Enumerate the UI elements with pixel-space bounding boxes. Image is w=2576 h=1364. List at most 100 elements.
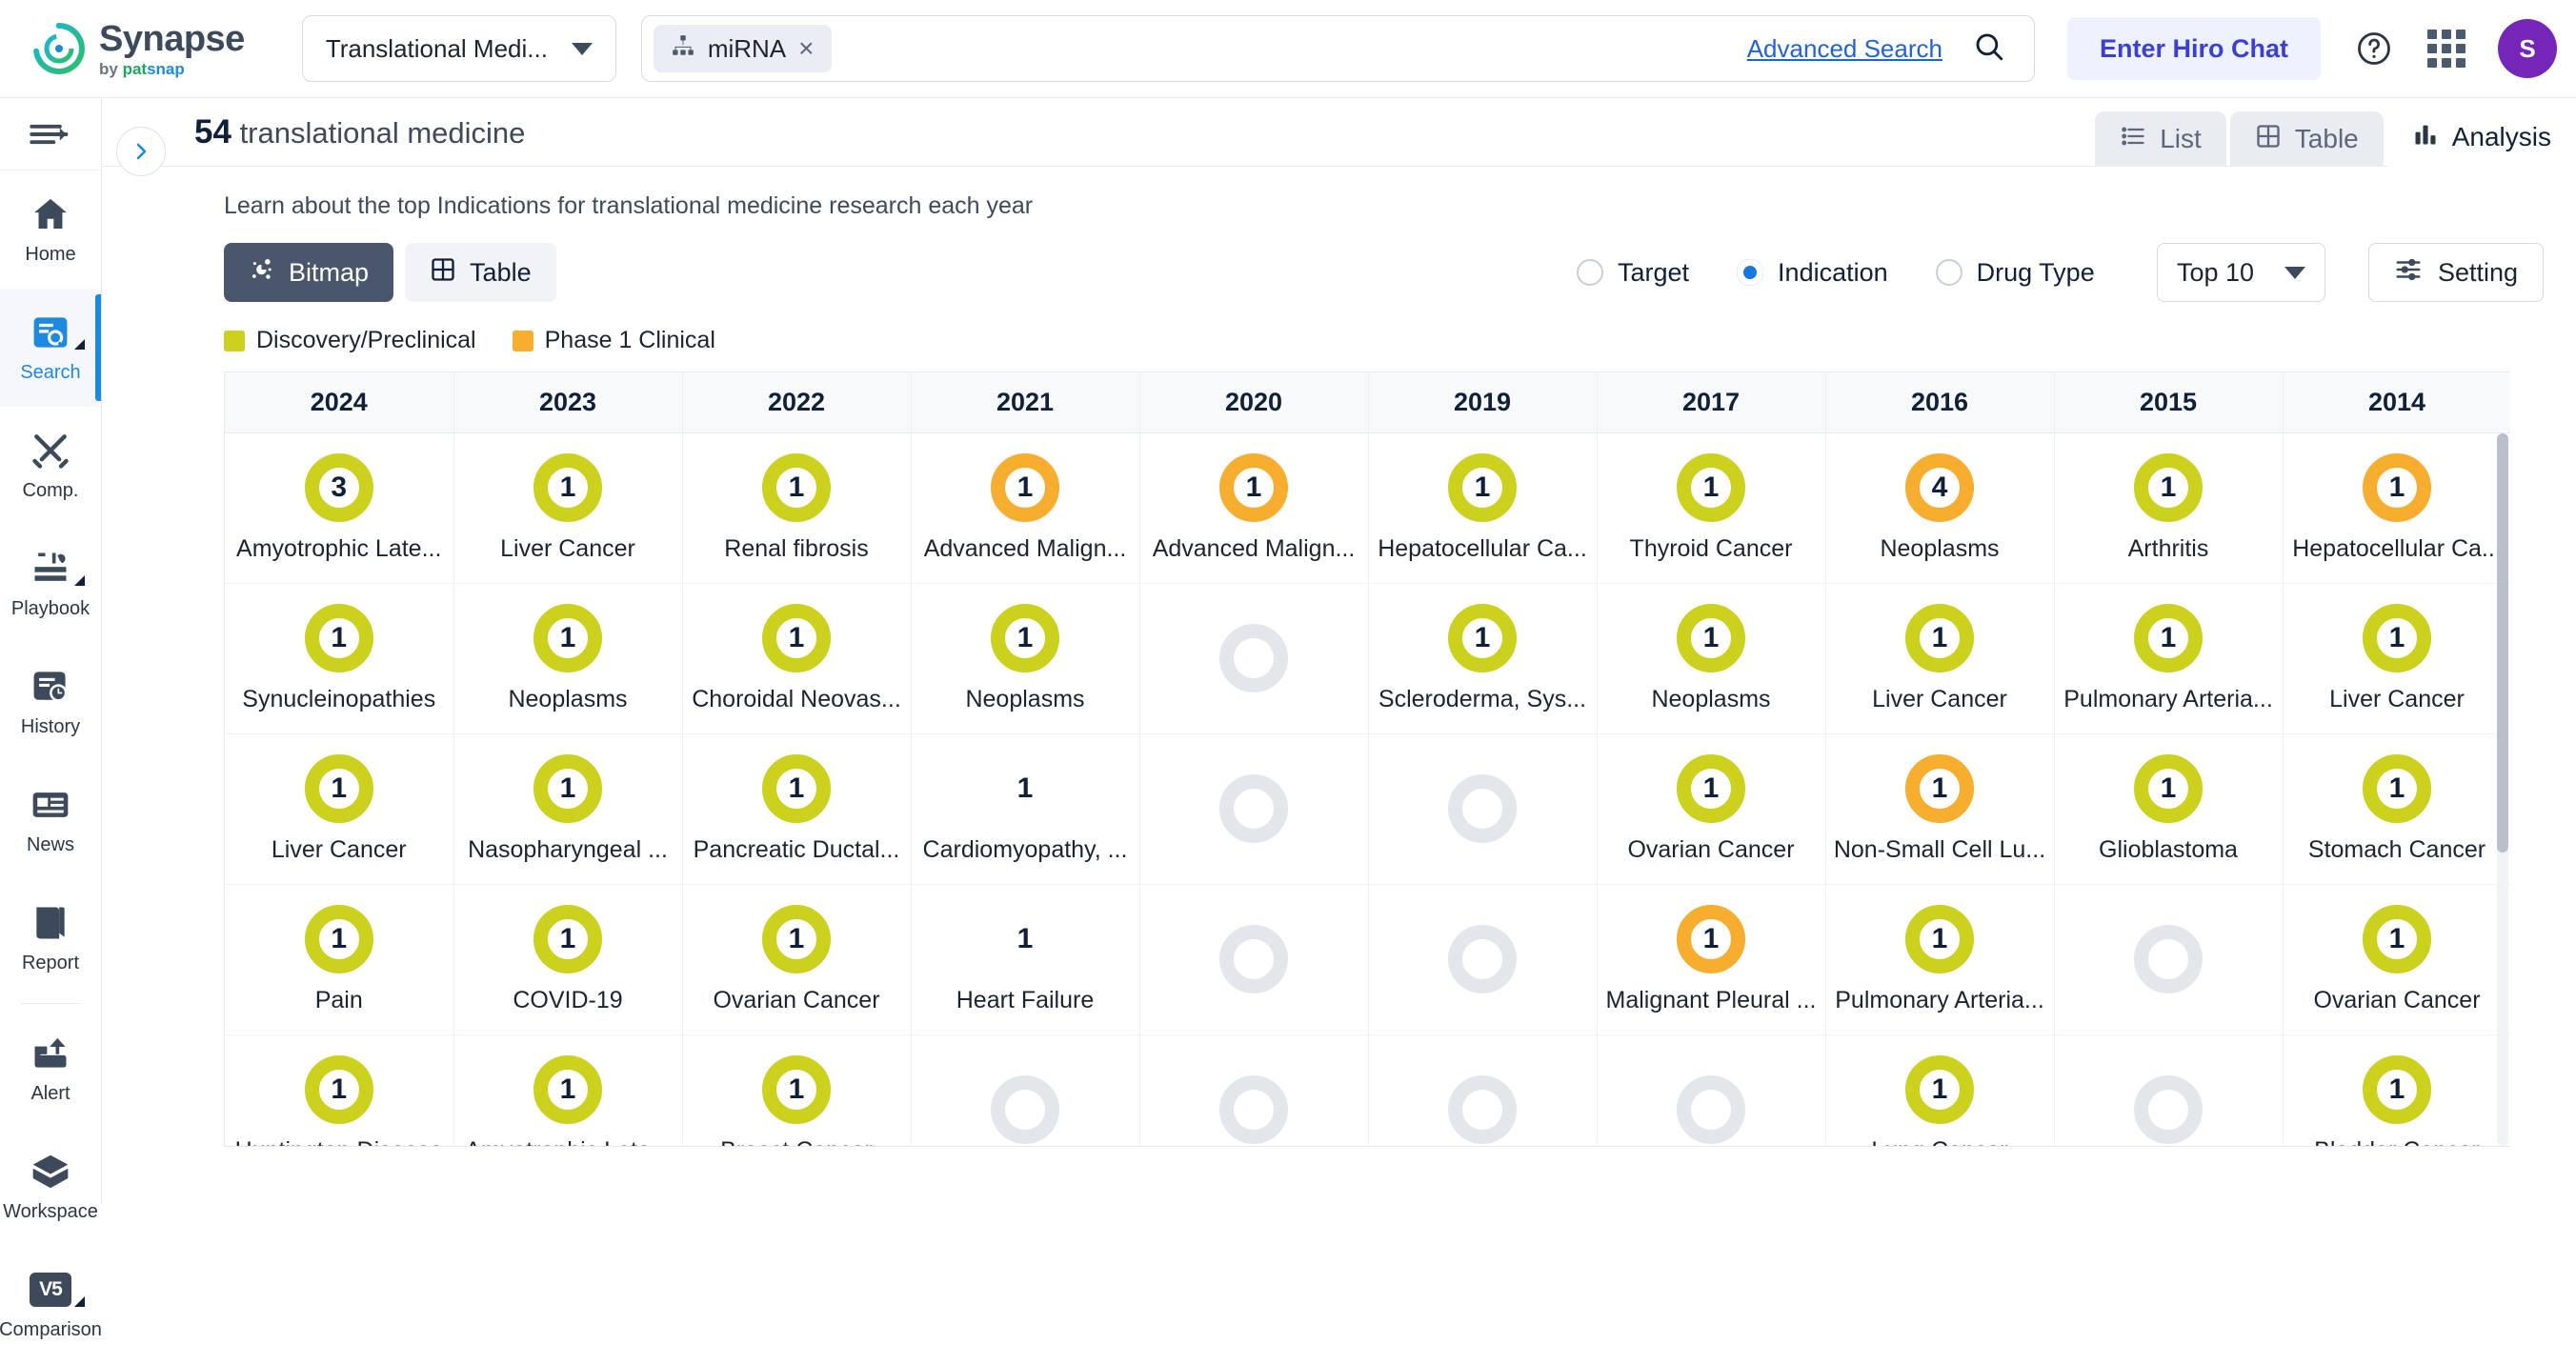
legend-item-phase1[interactable]: Phase 1 Clinical [512,327,715,354]
sidebar-item-comp[interactable]: Comp. [0,407,101,525]
bitmap-cell[interactable]: 1 Liver Cancer [2283,583,2510,734]
app-logo[interactable]: Synapse by patsnap [32,21,245,77]
count-ring [1219,624,1288,692]
bitmap-cell[interactable]: 1 Bladder Cancer [2283,1034,2510,1146]
radio-drug-type[interactable]: Drug Type [1935,258,2095,288]
bitmap-cell[interactable]: 1 Pulmonary Arteria... [1825,884,2055,1035]
table-row: 3 Amyotrophic Late... 1 Liver Cancer 1 Renal … [225,432,2510,584]
view-bitmap-button[interactable]: Bitmap [224,243,394,302]
bitmap-cell [1368,1034,1598,1146]
bitmap-cell[interactable]: 1 Stomach Cancer [2283,733,2510,885]
cube-icon [30,1151,71,1193]
bitmap-cell[interactable]: 1 Amyotrophic Late... [453,1034,683,1146]
count-ring: 1 [991,603,1059,672]
tab-label: Table [2294,124,2359,153]
year-header-cell: 2024 [225,372,454,433]
indication-label: Ovarian Cancer [2313,986,2481,1013]
search-icon[interactable] [1973,30,2005,68]
bitmap-cell[interactable]: 1 Advanced Malign... [1139,432,1369,584]
indication-label: Neoplasms [1651,685,1771,712]
legend-label: Phase 1 Clinical [544,327,715,353]
bitmap-cell[interactable]: 1 Huntington Disease [225,1034,454,1146]
help-icon[interactable] [2355,30,2393,68]
search-chip-mirna[interactable]: miRNA × [653,25,832,72]
sidebar-item-workspace[interactable]: Workspace [0,1128,101,1246]
count-ring: 1 [762,904,831,973]
bitmap-cell[interactable]: 1 Pulmonary Arteria... [2054,583,2284,734]
logo-title: Synapse [99,18,245,59]
bitmap-cell[interactable]: 1 Neoplasms [1597,583,1826,734]
sidebar-item-home[interactable]: Home [0,170,101,289]
sidebar-item-search[interactable]: Search [0,289,101,407]
bitmap-cell[interactable]: 1 Hepatocellular Ca... [1368,432,1598,584]
apps-grid-icon[interactable] [2427,30,2465,68]
bitmap-cell[interactable]: 1 Glioblastoma [2054,733,2284,885]
count-ring: 1 [1677,753,1745,823]
bitmap-cell[interactable]: 1 Pain [225,884,454,1035]
count-ring: 1 [762,603,831,672]
sidebar-item-news[interactable]: News [0,761,101,879]
bitmap-cell[interactable]: 1 Neoplasms [453,583,683,734]
bitmap-cell[interactable]: 1 Hepatocellular Ca... [2283,432,2510,584]
bitmap-cell[interactable]: 1 Ovarian Cancer [2283,884,2510,1035]
bitmap-cell[interactable]: 1 Lung Cancer [1825,1034,2055,1146]
grid-scrollbar-thumb[interactable] [2497,433,2508,852]
setting-button[interactable]: Setting [2368,243,2545,302]
bitmap-cell[interactable]: 1 Cardiomyopathy, ... [911,733,1140,885]
bitmap-cell [1368,733,1598,885]
indication-label: Neoplasms [965,685,1085,712]
bitmap-cell[interactable]: 1 Breast Cancer [682,1034,912,1146]
bitmap-cell[interactable]: 1 Neoplasms [911,583,1140,734]
sidebar-item-playbook[interactable]: Playbook [0,525,101,643]
bitmap-cell[interactable]: 1 Liver Cancer [453,432,683,584]
avatar[interactable]: S [2498,19,2557,78]
view-table-button[interactable]: Table [405,243,556,302]
bitmap-cell[interactable]: 1 Nasopharyngeal ... [453,733,683,885]
sidebar-item-report[interactable]: Report [0,879,101,997]
tab-table[interactable]: Table [2229,111,2384,167]
bitmap-cell[interactable]: 1 Renal fibrosis [682,432,912,584]
sidebar-item-comparison[interactable]: V5 Comparison [0,1246,102,1364]
bitmap-cell[interactable]: 3 Amyotrophic Late... [225,432,454,584]
bitmap-cell[interactable]: 1 Ovarian Cancer [682,884,912,1035]
bitmap-cell[interactable]: 1 Malignant Pleural ... [1597,884,1826,1035]
topn-select[interactable]: Top 10 [2157,243,2325,302]
bitmap-cell[interactable]: 1 Non-Small Cell Lu... [1825,733,2055,885]
advanced-search-link[interactable]: Advanced Search [1747,34,1942,64]
indication-label: Ovarian Cancer [1627,835,1795,863]
bitmap-cell[interactable]: 1 Advanced Malign... [911,432,1140,584]
panel-expand-toggle[interactable] [116,127,166,176]
bitmap-cell[interactable]: 1 Liver Cancer [1825,583,2055,734]
count-ring: 1 [533,603,602,672]
tab-analysis[interactable]: Analysis [2386,108,2576,167]
radio-label: Indication [1778,257,1888,287]
bitmap-cell[interactable]: 1 Choroidal Neovas... [682,583,912,734]
bitmap-cell[interactable]: 1 Synucleinopathies [225,583,454,734]
count-ring: 1 [762,452,831,522]
tab-list[interactable]: List [2095,111,2226,167]
legend-item-preclinical[interactable]: Discovery/Preclinical [224,327,476,354]
radio-target[interactable]: Target [1577,258,1689,288]
grid-scrollbar[interactable] [2497,433,2508,1146]
radio-indication[interactable]: Indication [1737,258,1888,288]
bitmap-cell[interactable]: 1 COVID-19 [453,884,683,1035]
bitmap-cell[interactable]: 1 Ovarian Cancer [1597,733,1826,885]
bitmap-cell [2054,884,2284,1035]
close-icon[interactable]: × [798,35,814,62]
bitmap-cell[interactable]: 1 Pancreatic Ductal... [682,733,912,885]
indication-label: Pain [314,986,363,1013]
sidebar-item-history[interactable]: History [0,643,101,761]
sidebar-item-alert[interactable]: Alert [0,1010,101,1128]
sidebar-collapse-toggle[interactable] [0,98,101,170]
bitmap-cell[interactable]: 1 Arthritis [2054,432,2284,584]
project-select[interactable]: Translational Medi... [301,15,616,82]
bitmap-cell[interactable]: 1 Liver Cancer [225,733,454,885]
bitmap-cell[interactable]: 1 Thyroid Cancer [1597,432,1826,584]
sidebar-item-label: Comparison [0,1319,102,1340]
bitmap-cell[interactable]: 4 Neoplasms [1825,432,2055,584]
bitmap-cell[interactable]: 1 Scleroderma, Sys... [1368,583,1598,734]
count-ring [1219,925,1288,993]
bitmap-cell[interactable]: 1 Heart Failure [911,884,1140,1035]
search-bar[interactable]: miRNA × Advanced Search [640,15,2035,82]
enter-hiro-chat-button[interactable]: Enter Hiro Chat [2066,17,2321,80]
